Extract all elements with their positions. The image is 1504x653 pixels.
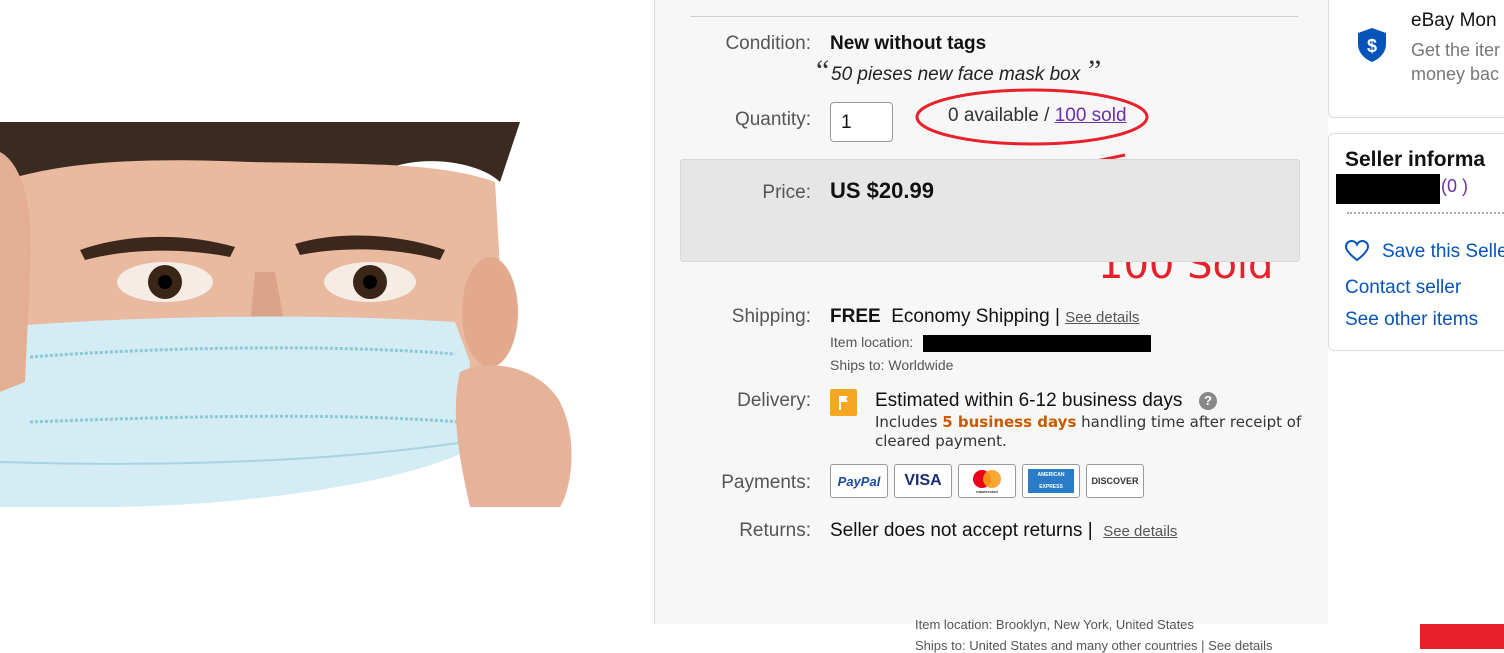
shipping-label: Shipping:	[731, 306, 811, 327]
flag-icon	[830, 389, 857, 416]
contact-seller-link[interactable]: Contact seller	[1345, 277, 1461, 299]
man-with-face-mask-image	[0, 122, 654, 507]
delivery-includes: Includes 5 business days handling time a…	[875, 413, 1301, 431]
see-other-items-link[interactable]: See other items	[1345, 309, 1478, 331]
price-label: Price:	[762, 182, 811, 203]
divider	[690, 16, 1298, 17]
quantity-input[interactable]: 1	[830, 102, 893, 142]
help-icon[interactable]: ?	[1199, 392, 1217, 410]
amex-icon: AMERICAN EXPRESS	[1022, 464, 1080, 498]
discover-icon: DISCOVER	[1086, 464, 1144, 498]
heart-icon[interactable]	[1344, 239, 1370, 267]
guarantee-title: eBay Mon	[1411, 10, 1497, 31]
price-box	[680, 159, 1300, 262]
mastercard-icon: mastercard	[958, 464, 1016, 498]
delivery-estimate: Estimated within 6-12 business days	[875, 390, 1183, 411]
ships-to: Ships to: Worldwide	[830, 357, 954, 373]
svg-text:$: $	[1367, 36, 1377, 56]
item-location-label: Item location:	[830, 334, 914, 350]
condition-note: 50 pieses new face mask box	[831, 64, 1081, 85]
bottom-item-location: Item location: Brooklyn, New York, Unite…	[915, 617, 1194, 632]
visa-icon: VISA	[894, 464, 952, 498]
shipping-method: Economy Shipping |	[891, 306, 1060, 327]
payments-label: Payments:	[721, 472, 811, 493]
delivery-rest: handling time after receipt of	[1076, 413, 1302, 431]
feedback-score: (0 )	[1441, 176, 1468, 197]
shipping-value: FREE Economy Shipping | See details	[830, 306, 1139, 328]
returns-see-details-link[interactable]: See details	[1103, 523, 1177, 540]
amex-text: AMERICAN EXPRESS	[1028, 469, 1074, 493]
seller-info-title: Seller informa	[1345, 148, 1486, 171]
condition-value: New without tags	[830, 33, 987, 54]
returns-label: Returns:	[739, 520, 811, 541]
delivery-rest-2: cleared payment.	[875, 432, 1007, 450]
dotted-divider	[1347, 212, 1504, 214]
bottom-ships-to: Ships to: United States and many other c…	[915, 638, 1273, 653]
save-seller-link[interactable]: Save this Selle	[1382, 241, 1504, 263]
paypal-icon: PayPal	[830, 464, 888, 498]
returns-text: Seller does not accept returns |	[830, 520, 1093, 541]
product-image[interactable]	[0, 122, 654, 507]
quote-open: “	[816, 54, 830, 87]
condition-label: Condition:	[725, 33, 811, 54]
red-button-edge[interactable]	[1420, 624, 1504, 649]
shipping-see-details-link[interactable]: See details	[1065, 309, 1139, 326]
price-value: US $20.99	[830, 178, 934, 203]
quantity-label: Quantity:	[734, 109, 811, 130]
shipping-free: FREE	[830, 306, 881, 327]
feedback-count[interactable]: (0 )	[1441, 176, 1468, 196]
redacted-location	[923, 335, 1151, 352]
shield-dollar-icon: $	[1355, 26, 1389, 69]
quote-close: ”	[1088, 54, 1102, 87]
guarantee-line-1: Get the iter	[1411, 40, 1501, 60]
returns-value: Seller does not accept returns | See det…	[830, 520, 1177, 542]
guarantee-line-2: money bac	[1411, 64, 1500, 84]
redacted-seller-name	[1336, 174, 1440, 204]
delivery-includes-text: Includes	[875, 413, 943, 431]
handling-days: 5 business days	[942, 413, 1077, 431]
mastercard-text: mastercard	[976, 489, 998, 494]
delivery-label: Delivery:	[737, 390, 811, 411]
